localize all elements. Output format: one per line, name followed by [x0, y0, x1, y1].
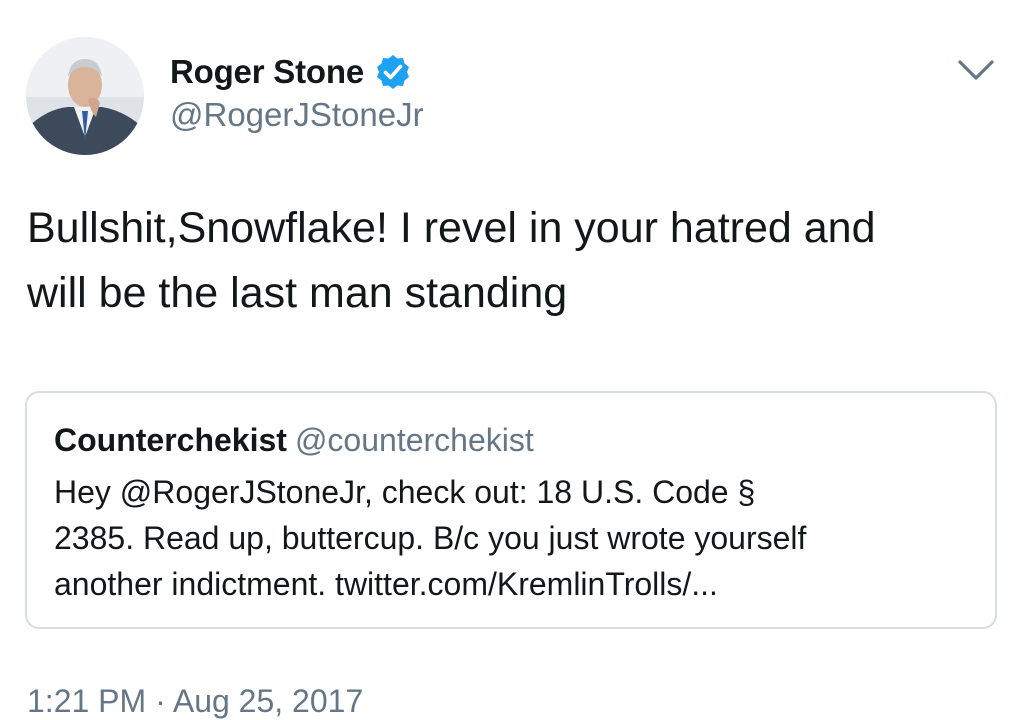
- profile-photo: [26, 37, 144, 155]
- author-handle[interactable]: @RogerJStoneJr: [170, 96, 424, 134]
- quoted-author-name: Counterchekist: [54, 422, 287, 458]
- avatar[interactable]: [26, 37, 144, 155]
- quoted-text-line: Hey @RogerJStoneJr, check out: 18 U.S. C…: [54, 474, 756, 510]
- quoted-text-line: 2385. Read up, buttercup. B/c you just w…: [54, 520, 807, 556]
- author-display-name[interactable]: Roger Stone: [170, 53, 364, 91]
- quoted-tweet-card[interactable]: Counterchekist @counterchekist Hey @Roger…: [25, 391, 997, 629]
- tweet-text-line: will be the last man standing: [27, 269, 568, 317]
- tweet-text: Bullshit,Snowflake! I revel in your hatr…: [27, 196, 1002, 326]
- quoted-text-line: another indictment. twitter.com/KremlinT…: [54, 566, 718, 602]
- quoted-tweet-text: Hey @RogerJStoneJr, check out: 18 U.S. C…: [54, 469, 984, 607]
- author-name-row: Roger Stone: [170, 49, 412, 95]
- quoted-tweet-header: Counterchekist @counterchekist: [54, 422, 534, 459]
- chevron-down-icon[interactable]: [954, 50, 998, 90]
- tweet-timestamp[interactable]: 1:21 PM · Aug 25, 2017: [27, 683, 363, 720]
- verified-badge-icon: [376, 55, 409, 89]
- quoted-author-handle: @counterchekist: [294, 422, 534, 458]
- tweet-text-line: Bullshit,Snowflake! I revel in your hatr…: [27, 204, 876, 252]
